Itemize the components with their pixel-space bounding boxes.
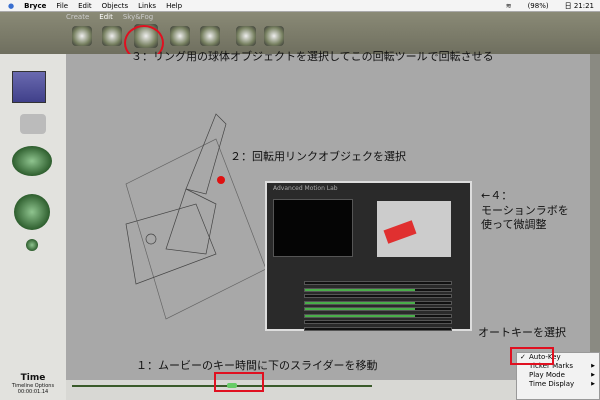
- tab-sky-fog[interactable]: Sky&Fog: [123, 13, 153, 21]
- motion-track[interactable]: [304, 281, 452, 285]
- align-tool-icon[interactable]: [200, 26, 220, 46]
- motion-track[interactable]: [304, 320, 452, 324]
- submenu-arrow-icon: ▶: [591, 372, 595, 378]
- menu-item-play-mode[interactable]: Play Mode ▶: [517, 371, 599, 380]
- battery-status[interactable]: (98%): [528, 2, 549, 10]
- motion-lab-title: Advanced Motion Lab: [273, 185, 338, 192]
- menu-file[interactable]: File: [56, 2, 68, 10]
- submenu-arrow-icon: ▶: [591, 381, 595, 387]
- annotation-step4c: 使って微調整: [481, 218, 547, 231]
- reposition-tool-icon[interactable]: [170, 26, 190, 46]
- randomize-tool-icon[interactable]: [236, 26, 256, 46]
- menu-bar: ● Bryce File Edit Objects Links Help ≋ (…: [0, 0, 600, 12]
- wifi-icon[interactable]: ≋: [506, 2, 512, 10]
- motion-lab-window[interactable]: Advanced Motion Lab: [265, 181, 472, 331]
- motion-track[interactable]: [304, 287, 452, 292]
- status-area: ≋ (98%) 日 21:21: [496, 0, 594, 12]
- menu-edit[interactable]: Edit: [78, 2, 92, 10]
- select-tool-icon[interactable]: [72, 26, 92, 46]
- time-readout: 00:00:01.14: [17, 389, 49, 395]
- menu-app[interactable]: Bryce: [24, 2, 46, 10]
- menu-item-time-display[interactable]: Time Display ▶: [517, 380, 599, 389]
- highlight-autokey: [510, 347, 554, 365]
- motion-track[interactable]: [304, 300, 452, 305]
- tab-edit[interactable]: Edit: [99, 13, 113, 21]
- clock[interactable]: 日 21:21: [565, 1, 594, 11]
- motion-track[interactable]: [304, 313, 452, 318]
- motion-track[interactable]: [304, 326, 452, 331]
- motion-track[interactable]: [304, 294, 452, 298]
- motion-track[interactable]: [304, 307, 452, 311]
- tab-create[interactable]: Create: [66, 13, 89, 21]
- link-sphere[interactable]: [217, 176, 225, 184]
- menu-links[interactable]: Links: [138, 2, 156, 10]
- annotation-autokey: オートキーを選択: [478, 326, 566, 339]
- annotation-step4a: ←４：: [481, 189, 513, 202]
- object-conversion-icon[interactable]: [264, 26, 284, 46]
- camera-cross-icon[interactable]: [12, 146, 52, 176]
- apple-icon[interactable]: ●: [8, 2, 14, 10]
- time-title: Time: [20, 373, 46, 383]
- annotation-step1: １：ムービーのキー時間に下のスライダーを移動: [136, 359, 378, 372]
- annotation-step2: ２：回転用リンクオブジェクを選択: [230, 150, 406, 163]
- left-panel: [0, 54, 66, 400]
- camera-trackball-icon[interactable]: [20, 114, 46, 134]
- menu-objects[interactable]: Objects: [102, 2, 128, 10]
- camera-trackball-icon[interactable]: [14, 194, 50, 230]
- right-toolstrip[interactable]: [590, 54, 600, 380]
- nano-preview[interactable]: [12, 71, 46, 103]
- motion-graph[interactable]: [273, 199, 353, 257]
- highlight-scrubber: [214, 372, 264, 392]
- resize-tool-icon[interactable]: [102, 26, 122, 46]
- annotation-step3: ３：リング用の球体オブジェクトを選択してこの回転ツールで回転させる: [131, 50, 494, 63]
- submenu-arrow-icon: ▶: [591, 363, 595, 369]
- time-panel: Time Timeline Options 00:00:01.14: [0, 373, 66, 395]
- menu-help[interactable]: Help: [166, 2, 182, 10]
- zoom-ball-icon[interactable]: [26, 239, 38, 251]
